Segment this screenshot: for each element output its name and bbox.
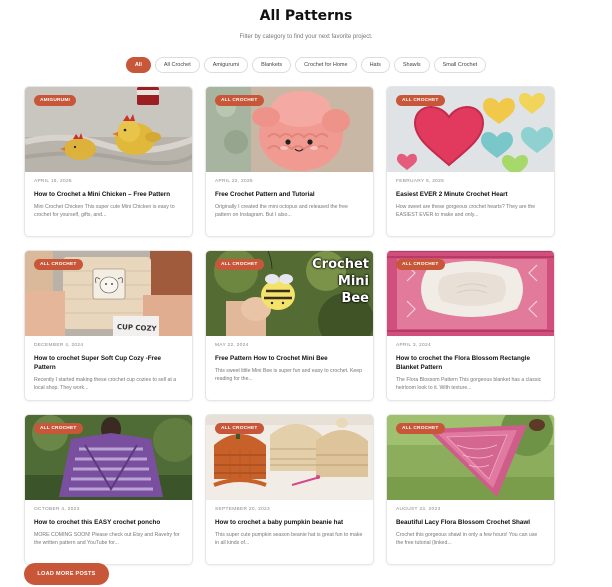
post-date: MAY 22, 2024 — [215, 343, 249, 348]
post-card[interactable]: ALL CROCHET APRIL 3, 2024 How to crochet… — [386, 250, 555, 401]
category-badge: ALL CROCHET — [396, 259, 445, 270]
post-card[interactable]: AMIGURUMI APRIL 15, 2025 How to Crochet … — [24, 86, 193, 237]
post-title[interactable]: Free Crochet Pattern and Tutorial — [215, 190, 364, 199]
category-badge: ALL CROCHET — [396, 423, 445, 434]
beanie-photo-icon[interactable]: ALL CROCHET — [206, 415, 373, 500]
chicken-photo-icon[interactable]: AMIGURUMI — [25, 87, 192, 172]
post-title[interactable]: How to crochet the Flora Blossom Rectang… — [396, 354, 545, 372]
bee-image-text: Crochet Mini Bee — [297, 256, 369, 307]
post-title[interactable]: How to crochet a baby pumpkin beanie hat — [215, 518, 364, 527]
filter-small-crochet[interactable]: Small Crochet — [433, 57, 487, 73]
bee-image-text-line: Crochet — [312, 257, 369, 272]
filter-shawls[interactable]: Shawls — [393, 57, 430, 73]
post-date: APRIL 22, 2025 — [215, 179, 253, 184]
filter-hats[interactable]: Hats — [360, 57, 390, 73]
cup-cozy-photo-icon[interactable]: ALL CROCHET CUP COZY — [25, 251, 192, 336]
filter-all[interactable]: All — [125, 57, 151, 73]
filter-amigurumi[interactable]: Amigurumi — [203, 57, 249, 73]
post-card[interactable]: ALL CROCHET Crochet Mini Bee MAY 22, 202… — [205, 250, 374, 401]
post-title[interactable]: Free Pattern How to Crochet Mini Bee — [215, 354, 364, 363]
posts-grid: AMIGURUMI APRIL 15, 2025 How to Crochet … — [24, 86, 555, 565]
octopus-photo-icon[interactable]: ALL CROCHET — [206, 87, 373, 172]
post-excerpt: This super cute pumpkin season beanie ha… — [215, 532, 363, 546]
filter-blankets[interactable]: Blankets — [252, 57, 292, 73]
category-badge: ALL CROCHET — [34, 423, 83, 434]
category-filter-bar: All All Crochet Amigurumi Blankets Croch… — [0, 57, 612, 73]
category-badge: ALL CROCHET — [215, 259, 264, 270]
blanket-photo-icon[interactable]: ALL CROCHET — [387, 251, 554, 336]
post-title[interactable]: How to crochet Super Soft Cup Cozy -Free… — [34, 354, 183, 372]
page-subtitle: Filter by category to find your next fav… — [239, 34, 373, 40]
post-excerpt: Originally I created the mini octopus an… — [215, 204, 348, 218]
post-card[interactable]: ALL CROCHET OCTOBER 4, 2023 How to croch… — [24, 414, 193, 565]
post-excerpt: Mini Crochet Chicken This super cute Min… — [34, 204, 175, 218]
post-excerpt: Recently I started making these crochet … — [34, 377, 177, 391]
category-badge: ALL CROCHET — [34, 259, 83, 270]
category-badge: ALL CROCHET — [396, 95, 445, 106]
post-excerpt: MORE COMING SOON! Please check out Etsy … — [34, 532, 180, 546]
post-card[interactable]: ALL CROCHET CUP COZY DECEMBER 4, 2024 Ho… — [24, 250, 193, 401]
post-title[interactable]: How to Crochet a Mini Chicken – Free Pat… — [34, 190, 183, 199]
category-badge: AMIGURUMI — [34, 95, 77, 106]
post-card[interactable]: ALL CROCHET SEPTEMBER 20, 2023 How to cr… — [205, 414, 374, 565]
bee-image-text-line: Bee — [341, 291, 369, 306]
post-date: APRIL 3, 2024 — [396, 343, 431, 348]
category-badge: ALL CROCHET — [215, 423, 264, 434]
post-date: OCTOBER 4, 2023 — [34, 507, 80, 512]
bee-image-text-line: Mini — [337, 274, 369, 289]
post-date: DECEMBER 4, 2024 — [34, 343, 84, 348]
category-badge: ALL CROCHET — [215, 95, 264, 106]
filter-crochet-for-home[interactable]: Crochet for Home — [295, 57, 357, 73]
post-title[interactable]: Beautiful Lacy Flora Blossom Crochet Sha… — [396, 518, 545, 527]
post-excerpt: Crochet this gorgeous shawl in only a fe… — [396, 532, 538, 546]
filter-all-crochet[interactable]: All Crochet — [154, 57, 200, 73]
post-excerpt: How sweet are these gorgeous crochet hea… — [396, 204, 536, 218]
bee-photo-icon[interactable]: ALL CROCHET Crochet Mini Bee — [206, 251, 373, 336]
poncho-photo-icon[interactable]: ALL CROCHET — [25, 415, 192, 500]
page-title: All Patterns — [259, 8, 353, 24]
load-more-button[interactable]: LOAD MORE POSTS — [24, 563, 109, 585]
post-excerpt: This sweet little Mini Bee is super fun … — [215, 368, 363, 382]
post-date: AUGUST 23, 2023 — [396, 507, 441, 512]
post-card[interactable]: ALL CROCHET APRIL 22, 2025 Free Crochet … — [205, 86, 374, 237]
post-date: SEPTEMBER 20, 2023 — [215, 507, 270, 512]
post-title[interactable]: Easiest EVER 2 Minute Crochet Heart — [396, 190, 545, 199]
shawl-photo-icon[interactable]: ALL CROCHET — [387, 415, 554, 500]
hearts-photo-icon[interactable]: ALL CROCHET — [387, 87, 554, 172]
post-card[interactable]: ALL CROCHET AUGUST 23, 2023 Beautiful La… — [386, 414, 555, 565]
post-title[interactable]: How to crochet this EASY crochet poncho — [34, 518, 183, 527]
post-card[interactable]: ALL CROCHET FEBRUARY 6, 2025 Easiest EVE… — [386, 86, 555, 237]
post-excerpt: The Flora Blossom Pattern This gorgeous … — [396, 377, 542, 391]
post-date: APRIL 15, 2025 — [34, 179, 72, 184]
post-date: FEBRUARY 6, 2025 — [396, 179, 445, 184]
